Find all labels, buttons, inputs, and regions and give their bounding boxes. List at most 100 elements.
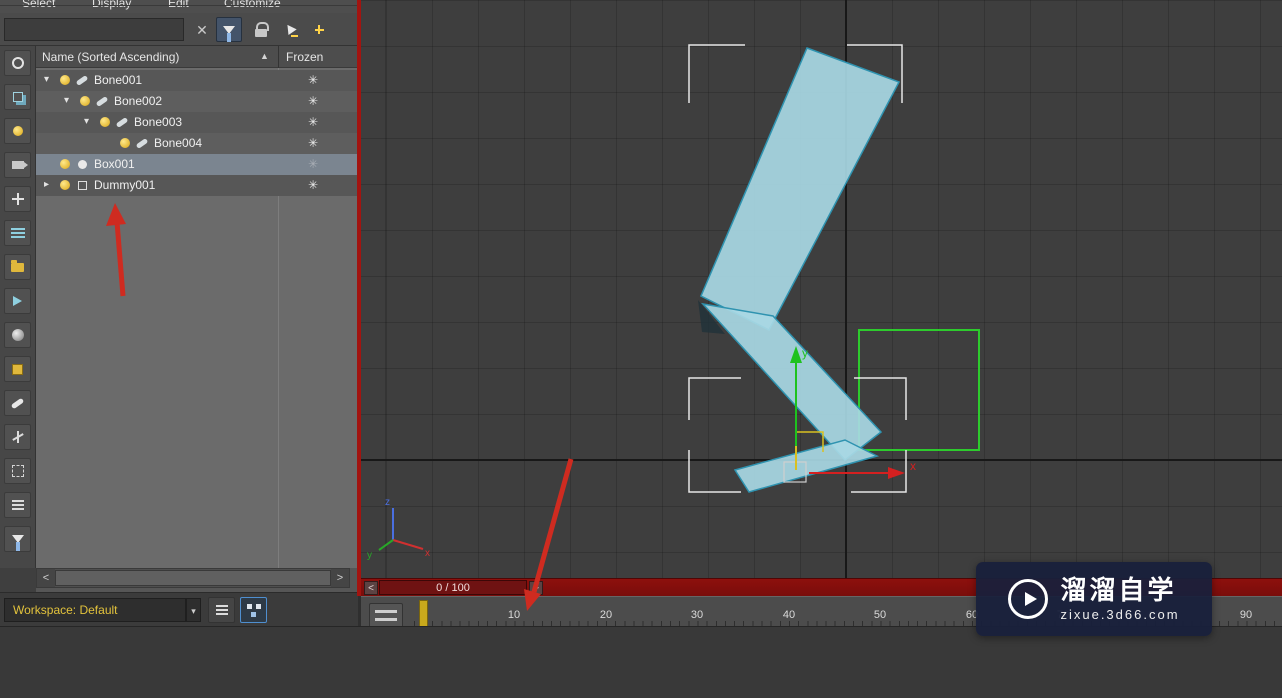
visibility-bulb-icon[interactable] [120,138,130,148]
list-item-dummy001[interactable]: ▸ Dummy001 ✳ [36,175,358,196]
display-materials-button[interactable] [4,322,31,348]
viewport[interactable]: y x z x y [361,0,1282,578]
workspace-selector[interactable]: Workspace: Default [4,598,186,622]
tick-label: 30 [690,609,704,621]
display-spacewarps-button[interactable] [4,220,31,246]
watermark-site: zixue.3d66.com [1060,607,1180,622]
frozen-icon[interactable]: ✳ [308,94,318,108]
wave-icon [10,228,25,230]
plus-icon [314,25,324,34]
scroll-right-button[interactable]: > [331,569,349,587]
tick-label: 10 [507,609,521,621]
time-slider-handle[interactable]: 0 / 100 [379,580,527,595]
bone-icon [10,397,25,409]
list-item-bone003[interactable]: ▾ Bone003 ✳ [36,112,358,133]
layers-button[interactable] [208,597,235,623]
tick-label: 20 [599,609,613,621]
scene-explorer-panel: Select Display Edit Customize ✕ Name (So… [0,0,358,626]
visibility-bulb-icon[interactable] [60,75,70,85]
scene-explorer-list: Name (Sorted Ascending) ▲ Frozen ▾ Bone0… [36,46,358,568]
list-item-bone001[interactable]: ▾ Bone001 ✳ [36,70,358,91]
scrollbar-thumb[interactable] [55,570,331,586]
list-item-box001[interactable]: Box001 ✳ [36,154,358,175]
pick-add-button[interactable] [278,17,304,42]
frozen-icon[interactable]: ✳ [308,115,318,129]
bone-type-icon [115,117,129,128]
filter-funnel-button[interactable] [4,526,31,552]
display-groups-button[interactable] [4,254,31,280]
display-bones-button[interactable] [4,390,31,416]
row-label: Bone002 [114,94,163,108]
add-to-explorer-button[interactable] [306,17,332,42]
world-axis-tripod: z x y [367,497,430,561]
sphere-icon [11,329,24,341]
tick-label: 40 [782,609,796,621]
list-item-bone004[interactable]: Bone004 ✳ [36,133,358,154]
open-curve-editor-button[interactable] [369,603,403,628]
column-header-name[interactable]: Name (Sorted Ascending) [42,50,179,64]
chevron-right-icon[interactable]: ▸ [44,179,49,190]
bone-type-icon [95,96,109,107]
scroll-left-button[interactable]: < [37,569,55,587]
watermark: 溜溜自学 zixue.3d66.com [976,562,1212,636]
list-item-bone002[interactable]: ▾ Bone002 ✳ [36,91,358,112]
sort-list-button[interactable] [4,492,31,518]
filter-button[interactable] [216,17,242,42]
row-label: Box001 [94,157,135,171]
chevron-down-icon[interactable]: ▾ [44,74,49,85]
tick-label: 50 [873,609,887,621]
helper-cross-icon [11,193,24,205]
visibility-bulb-icon[interactable] [60,159,70,169]
visibility-bulb-icon[interactable] [100,117,110,127]
horizontal-scrollbar[interactable]: < > [36,568,350,588]
display-hidden-button[interactable] [4,458,31,484]
next-frame-button[interactable]: > [529,581,543,595]
display-frozen-button[interactable] [4,424,31,450]
status-bar: 1 Object Selected Click and drag to sele… [0,626,1282,698]
bone-chain[interactable] [698,47,901,493]
tripod-y-label: y [367,550,372,561]
column-divider[interactable] [278,46,279,68]
circle-icon [11,57,24,69]
frozen-icon[interactable]: ✳ [308,157,318,171]
display-children-button[interactable] [4,84,31,110]
display-xrefs-button[interactable] [4,288,31,314]
workspace-graph-button[interactable] [240,597,267,623]
display-containers-button[interactable] [4,356,31,382]
frozen-icon[interactable]: ✳ [308,136,318,150]
chevron-down-icon[interactable]: ▾ [186,598,201,622]
chevron-down-icon[interactable]: ▾ [64,95,69,106]
visibility-bulb-icon[interactable] [60,180,70,190]
funnel-icon [11,535,24,551]
previous-frame-button[interactable]: < [364,581,378,595]
list-lines-icon [11,500,24,502]
light-bulb-icon [12,126,23,136]
display-helpers-button[interactable] [4,186,31,212]
frozen-icon[interactable]: ✳ [308,73,318,87]
clear-search-button[interactable]: ✕ [189,17,215,42]
bone-type-icon [75,75,89,86]
toolbar-footer [0,568,36,592]
display-all-button[interactable] [4,50,31,76]
chevron-down-icon[interactable]: ▾ [84,116,89,127]
arrow-icon [13,296,22,306]
stack-icon [12,92,23,102]
visibility-bulb-icon[interactable] [80,96,90,106]
display-cameras-button[interactable] [4,152,31,178]
geometry-type-icon [78,160,87,169]
row-label: Dummy001 [94,178,156,192]
column-header-frozen[interactable]: Frozen [286,50,323,64]
watermark-brand: 溜溜自学 [1060,575,1177,605]
close-icon: ✕ [196,21,208,38]
explorer-search-row: ✕ [0,13,358,46]
funnel-icon [223,25,235,42]
row-label: Bone001 [94,73,143,87]
display-lights-button[interactable] [4,118,31,144]
explorer-menubar: Select Display Edit Customize [0,0,358,13]
workspace-bar: Workspace: Default ▾ [0,592,358,626]
active-viewport-border [357,0,361,596]
lock-explorer-button[interactable] [248,17,274,42]
tripod-x-label: x [425,548,430,559]
frozen-icon[interactable]: ✳ [308,178,318,192]
search-input[interactable] [4,18,184,41]
